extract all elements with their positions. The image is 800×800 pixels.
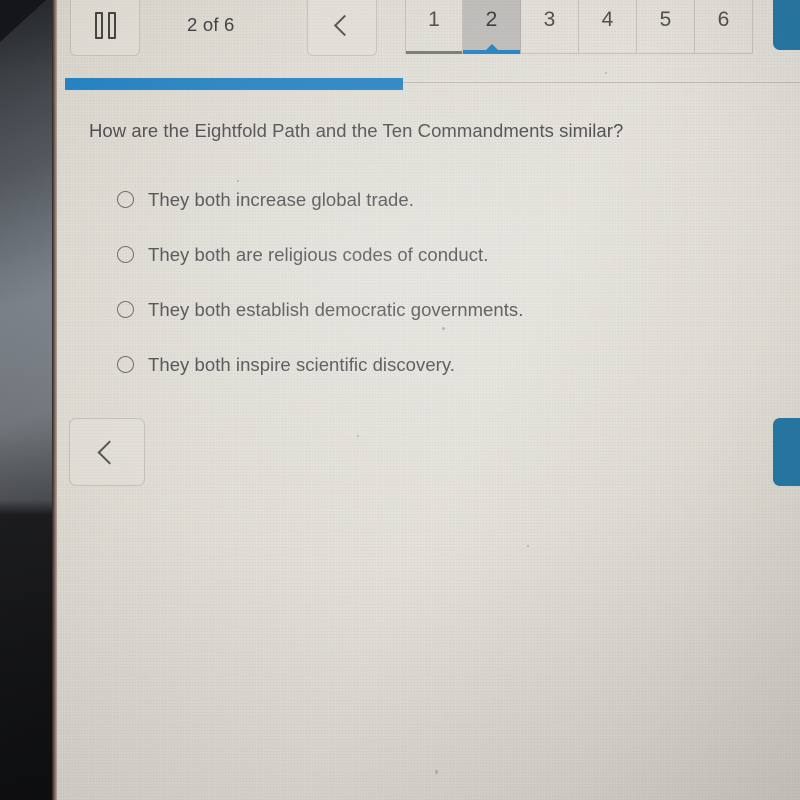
question-text: How are the Eightfold Path and the Ten C…	[89, 120, 624, 141]
photo-of-screen: 2 of 6 1 2 3 4 5 6 How are the Eightfold…	[0, 0, 800, 800]
paginator-tab-2[interactable]: 2	[463, 0, 521, 54]
dust-speck	[605, 72, 607, 74]
paginator-tab-3[interactable]: 3	[521, 0, 579, 54]
pause-icon	[94, 11, 116, 39]
answer-option-3[interactable]: They both establish democratic governmen…	[117, 282, 757, 337]
chevron-left-icon	[97, 439, 122, 465]
paginator-tab-4[interactable]: 4	[579, 0, 637, 54]
answer-option-1[interactable]: They both increase global trade.	[117, 172, 757, 227]
answer-option-4[interactable]: They both inspire scientific discovery.	[117, 337, 757, 392]
paginator-tab-label: 4	[601, 7, 614, 31]
previous-question-button-top[interactable]	[307, 0, 377, 56]
next-question-button-bottom[interactable]	[773, 418, 800, 486]
paginator-tab-1[interactable]: 1	[405, 0, 463, 54]
question-paginator: 1 2 3 4 5 6	[405, 0, 753, 54]
radio-button-icon[interactable]	[117, 191, 134, 208]
dust-speck	[357, 435, 359, 437]
paginator-tab-label: 3	[543, 7, 556, 31]
current-tab-caret-icon	[484, 44, 499, 51]
question-counter: 2 of 6	[187, 14, 235, 35]
answer-options-list: They both increase global trade. They bo…	[117, 172, 757, 392]
answer-option-label: They both increase global trade.	[148, 188, 414, 210]
pause-button[interactable]	[70, 0, 140, 56]
paginator-tab-6[interactable]: 6	[695, 0, 753, 54]
answer-option-label: They both inspire scientific discovery.	[148, 353, 455, 375]
paginator-tab-label: 5	[659, 7, 672, 31]
answer-option-2[interactable]: They both are religious codes of conduct…	[117, 227, 757, 282]
top-toolbar: 2 of 6 1 2 3 4 5 6	[57, 0, 800, 58]
progress-bar-fill	[65, 78, 404, 90]
next-question-button-top[interactable]	[773, 0, 800, 50]
paginator-tab-label: 1	[428, 7, 440, 31]
radio-button-icon[interactable]	[117, 301, 134, 318]
paginator-tab-label: 2	[485, 7, 498, 31]
radio-button-icon[interactable]	[117, 246, 134, 263]
quiz-screen: 2 of 6 1 2 3 4 5 6 How are the Eightfold…	[57, 0, 800, 800]
paginator-tab-5[interactable]: 5	[637, 0, 695, 54]
paginator-tab-label: 6	[717, 7, 730, 31]
dust-speck	[527, 545, 529, 547]
answer-option-label: They both are religious codes of conduct…	[148, 243, 489, 265]
previous-question-button-bottom[interactable]	[69, 418, 145, 486]
radio-button-icon[interactable]	[117, 356, 134, 373]
photo-background-shadow	[0, 0, 57, 800]
dust-speck	[435, 770, 438, 774]
answer-option-label: They both establish democratic governmen…	[148, 298, 524, 320]
chevron-left-icon	[333, 14, 356, 36]
